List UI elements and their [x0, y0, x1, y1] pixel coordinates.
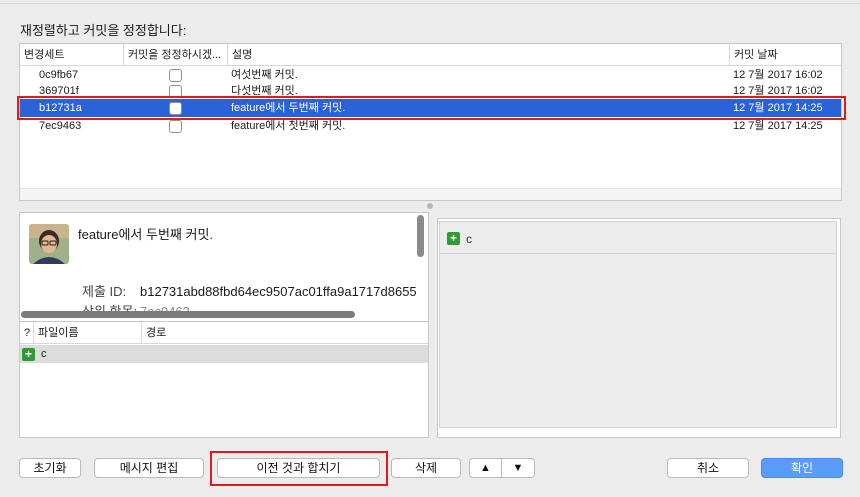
- column-path[interactable]: 경로: [142, 322, 430, 344]
- commit-id-label: 제출 ID:: [82, 284, 127, 299]
- plus-icon: +: [22, 348, 35, 361]
- plus-icon: +: [447, 232, 460, 245]
- window-top-edge: [0, 0, 860, 4]
- commit-table[interactable]: 변경세트 커밋을 정정하시겠... 설명 커밋 날짜 0c9fb67 여섯번째 …: [19, 43, 842, 201]
- avatar: [29, 224, 69, 264]
- commit-detail-pane: feature에서 두번째 커밋. 제출 ID: b12731abd88fbd64…: [19, 212, 429, 322]
- column-status[interactable]: ?: [20, 322, 34, 344]
- file-list-header: ? 파일이름 경로: [20, 322, 428, 344]
- amend-checkbox[interactable]: [169, 120, 182, 133]
- move-down-button[interactable]: ▼: [501, 458, 535, 478]
- split-handle[interactable]: [427, 203, 433, 209]
- diff-file-name: c: [466, 232, 472, 246]
- table-header: 변경세트 커밋을 정정하시겠... 설명 커밋 날짜: [20, 44, 841, 66]
- table-footer: [20, 188, 841, 200]
- diff-header: + c: [440, 222, 836, 254]
- amend-checkbox[interactable]: [169, 69, 182, 82]
- commit-message: feature에서 두번째 커밋.: [78, 227, 214, 242]
- ok-button[interactable]: 확인: [761, 458, 843, 478]
- horizontal-scrollbar[interactable]: [21, 311, 355, 318]
- commit-id-value: b12731abd88fbd64ec9507ac01ffa9a1717d8655: [140, 284, 417, 299]
- column-commit-date[interactable]: 커밋 날짜: [730, 44, 843, 66]
- commit-id-row: 제출 ID: b12731abd88fbd64ec9507ac01ffa9a171…: [82, 281, 417, 300]
- file-row[interactable]: + c: [20, 345, 428, 363]
- vertical-scrollbar[interactable]: [417, 215, 424, 257]
- squash-highlight-box: [210, 451, 388, 486]
- edit-message-button[interactable]: 메시지 편집: [94, 458, 204, 478]
- delete-button[interactable]: 삭제: [391, 458, 461, 478]
- move-up-button[interactable]: ▲: [469, 458, 502, 478]
- cancel-button[interactable]: 취소: [667, 458, 749, 478]
- file-list[interactable]: ? 파일이름 경로 + c: [19, 322, 429, 438]
- column-changeset[interactable]: 변경세트: [20, 44, 124, 66]
- selection-highlight-box: [17, 96, 846, 120]
- reset-button[interactable]: 초기화: [19, 458, 81, 478]
- column-filename[interactable]: 파일이름: [34, 322, 142, 344]
- diff-content: + c: [439, 221, 837, 428]
- diff-pane: + c: [437, 218, 841, 438]
- column-description[interactable]: 설명: [228, 44, 730, 66]
- file-name: c: [41, 348, 47, 360]
- dialog-heading: 재정렬하고 커밋을 정정합니다:: [20, 23, 187, 38]
- column-amend[interactable]: 커밋을 정정하시겠...: [124, 44, 228, 66]
